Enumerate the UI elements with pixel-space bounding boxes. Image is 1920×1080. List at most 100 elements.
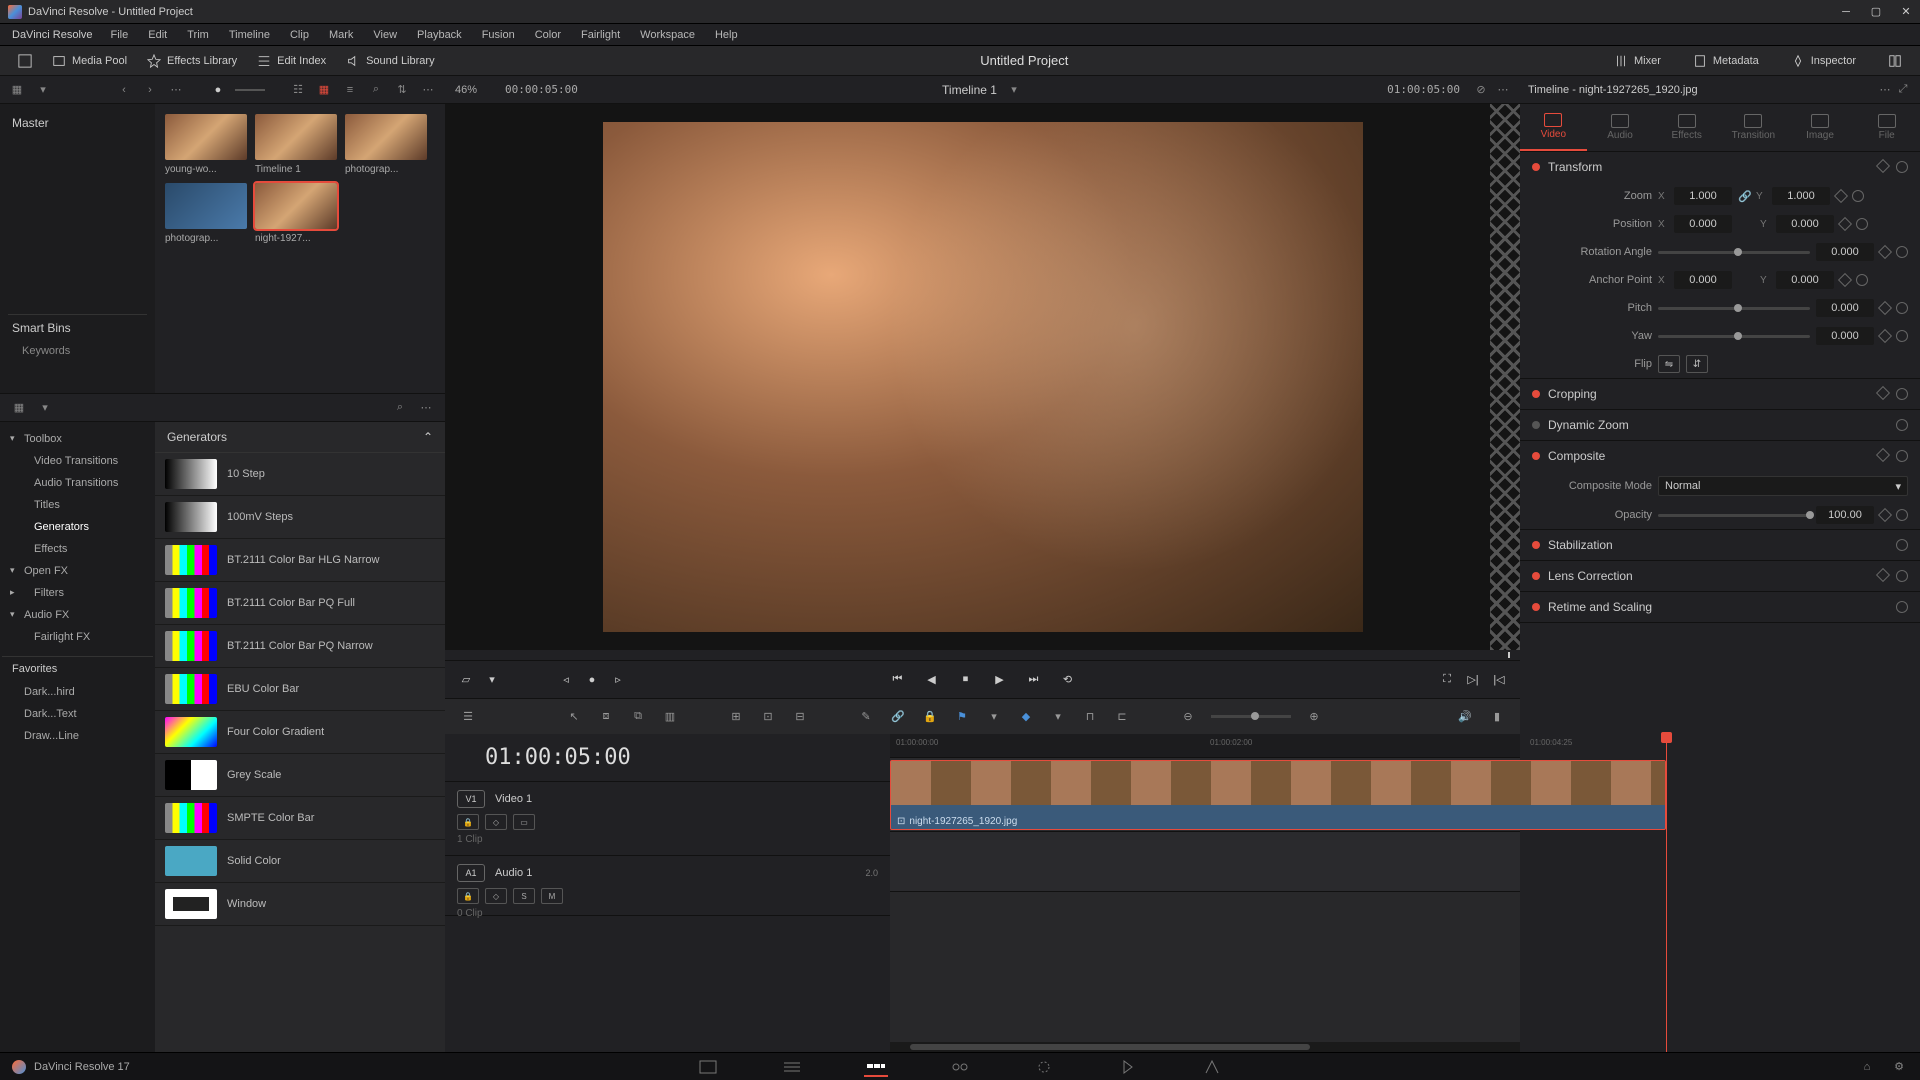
section-enable-dot[interactable] (1532, 421, 1540, 429)
generator-item[interactable]: Four Color Gradient (155, 711, 445, 754)
reset-icon[interactable] (1896, 450, 1908, 462)
expand-button[interactable] (1878, 50, 1912, 72)
fullscreen-button[interactable] (8, 50, 42, 72)
razor-icon[interactable]: ✎ (857, 708, 875, 726)
keyframe-icon[interactable] (1834, 189, 1848, 203)
zoom-x-field[interactable] (1674, 187, 1732, 205)
bypass-icon[interactable]: ⊘ (1472, 81, 1490, 99)
stabilization-section-header[interactable]: Stabilization (1520, 530, 1920, 560)
meters-icon[interactable]: ▮ (1488, 708, 1506, 726)
step-fwd-icon[interactable]: ▷| (1464, 671, 1482, 689)
sort-icon[interactable]: ⇅ (393, 81, 411, 99)
inspector-tab-video[interactable]: Video (1520, 104, 1587, 151)
keyframe-icon[interactable] (1878, 301, 1892, 315)
flag-dropdown-icon[interactable]: ▾ (985, 708, 1003, 726)
generator-item[interactable]: SMPTE Color Bar (155, 797, 445, 840)
track-arm-icon[interactable]: ◇ (485, 888, 507, 904)
bin-view-icon[interactable]: ▦ (8, 81, 26, 99)
reset-icon[interactable] (1896, 161, 1908, 173)
menu-workspace[interactable]: Workspace (630, 29, 705, 41)
anchor-y-field[interactable] (1776, 271, 1834, 289)
generator-item[interactable]: BT.2111 Color Bar PQ Narrow (155, 625, 445, 668)
menu-mark[interactable]: Mark (319, 29, 363, 41)
dynamic-zoom-section-header[interactable]: Dynamic Zoom (1520, 410, 1920, 440)
menu-edit[interactable]: Edit (138, 29, 177, 41)
rotation-slider[interactable] (1658, 251, 1810, 254)
timeline-view-icon[interactable]: ☰ (459, 708, 477, 726)
tree-filters[interactable]: Filters (2, 582, 153, 604)
effects-view-icon[interactable]: ▦ (10, 399, 28, 417)
loop-button[interactable]: ⟲ (1059, 671, 1077, 689)
settings-icon[interactable]: ⚙ (1890, 1058, 1908, 1076)
page-color[interactable] (1032, 1057, 1056, 1077)
trim-tool[interactable]: ⧈ (597, 708, 615, 726)
tree-fairlightfx[interactable]: Fairlight FX (2, 626, 153, 648)
first-frame-button[interactable]: ⏮ (889, 671, 907, 689)
maximize-button[interactable]: ▢ (1870, 6, 1882, 18)
dynamic-trim-tool[interactable]: ⧉ (629, 708, 647, 726)
more-icon[interactable]: ⋯ (167, 81, 185, 99)
opacity-slider[interactable] (1658, 514, 1810, 517)
tree-openfx[interactable]: Open FX (2, 560, 153, 582)
page-fusion[interactable] (948, 1057, 972, 1077)
audio-track[interactable] (890, 832, 1520, 892)
reset-icon[interactable] (1856, 274, 1868, 286)
reset-icon[interactable] (1896, 509, 1908, 521)
nav-back-icon[interactable]: ‹ (115, 81, 133, 99)
generator-item[interactable]: Solid Color (155, 840, 445, 883)
master-bin[interactable]: Master (8, 112, 147, 134)
yaw-slider[interactable] (1658, 335, 1810, 338)
menu-view[interactable]: View (363, 29, 407, 41)
tree-generators[interactable]: Generators (2, 516, 153, 538)
tree-effects[interactable]: Effects (2, 538, 153, 560)
mixer-button[interactable]: Mixer (1604, 50, 1671, 72)
pitch-slider[interactable] (1658, 307, 1810, 310)
tree-video-transitions[interactable]: Video Transitions (2, 450, 153, 472)
keyframe-icon[interactable] (1838, 273, 1852, 287)
menu-timeline[interactable]: Timeline (219, 29, 280, 41)
position-y-field[interactable] (1776, 215, 1834, 233)
reset-icon[interactable] (1896, 539, 1908, 551)
inspector-tab-image[interactable]: Image (1787, 104, 1854, 151)
blade-tool[interactable]: ▥ (661, 708, 679, 726)
position-x-field[interactable] (1674, 215, 1732, 233)
reset-icon[interactable] (1856, 218, 1868, 230)
generator-item[interactable]: Grey Scale (155, 754, 445, 797)
zoom-y-field[interactable] (1772, 187, 1830, 205)
options-icon[interactable]: ⋯ (419, 81, 437, 99)
edit-index-button[interactable]: Edit Index (247, 50, 336, 72)
timeline-clip[interactable]: ⊡night-1927265_1920.jpg (890, 760, 1666, 830)
flag-icon[interactable]: ⚑ (953, 708, 971, 726)
crop-dropdown-icon[interactable]: ▾ (483, 671, 501, 689)
menu-help[interactable]: Help (705, 29, 748, 41)
generator-item[interactable]: EBU Color Bar (155, 668, 445, 711)
section-enable-dot[interactable] (1532, 163, 1540, 171)
favorite-item[interactable]: Dark...Text (2, 703, 153, 725)
rotation-field[interactable] (1816, 243, 1874, 261)
inspector-tab-effects[interactable]: Effects (1653, 104, 1720, 151)
keyframe-icon[interactable] (1878, 329, 1892, 343)
track-disable-icon[interactable]: ▭ (513, 814, 535, 830)
reset-icon[interactable] (1896, 246, 1908, 258)
composite-section-header[interactable]: Composite (1520, 441, 1920, 471)
nav-fwd-icon[interactable]: › (141, 81, 159, 99)
section-enable-dot[interactable] (1532, 572, 1540, 580)
lens-correction-section-header[interactable]: Lens Correction (1520, 561, 1920, 591)
inspector-button[interactable]: Inspector (1781, 50, 1866, 72)
timeline-timecode[interactable]: 01:00:05:00 (445, 734, 890, 782)
lock-icon[interactable]: 🔒 (921, 708, 939, 726)
track-mute-icon[interactable]: M (541, 888, 563, 904)
next-edit-icon[interactable]: ▹ (609, 671, 627, 689)
tree-audio-transitions[interactable]: Audio Transitions (2, 472, 153, 494)
inspector-options-icon[interactable]: ⋯ (1876, 81, 1894, 99)
generator-item[interactable]: BT.2111 Color Bar PQ Full (155, 582, 445, 625)
media-pool-button[interactable]: Media Pool (42, 50, 137, 72)
clip-thumb[interactable]: young-wo... (165, 114, 247, 175)
chevron-down-icon[interactable]: ▾ (34, 81, 52, 99)
yaw-field[interactable] (1816, 327, 1874, 345)
thumb-view-icon[interactable]: ▦ (315, 81, 333, 99)
overwrite-clip-icon[interactable]: ⊡ (759, 708, 777, 726)
effects-library-button[interactable]: Effects Library (137, 50, 247, 72)
page-cut[interactable] (780, 1057, 804, 1077)
home-icon[interactable]: ⌂ (1858, 1058, 1876, 1076)
